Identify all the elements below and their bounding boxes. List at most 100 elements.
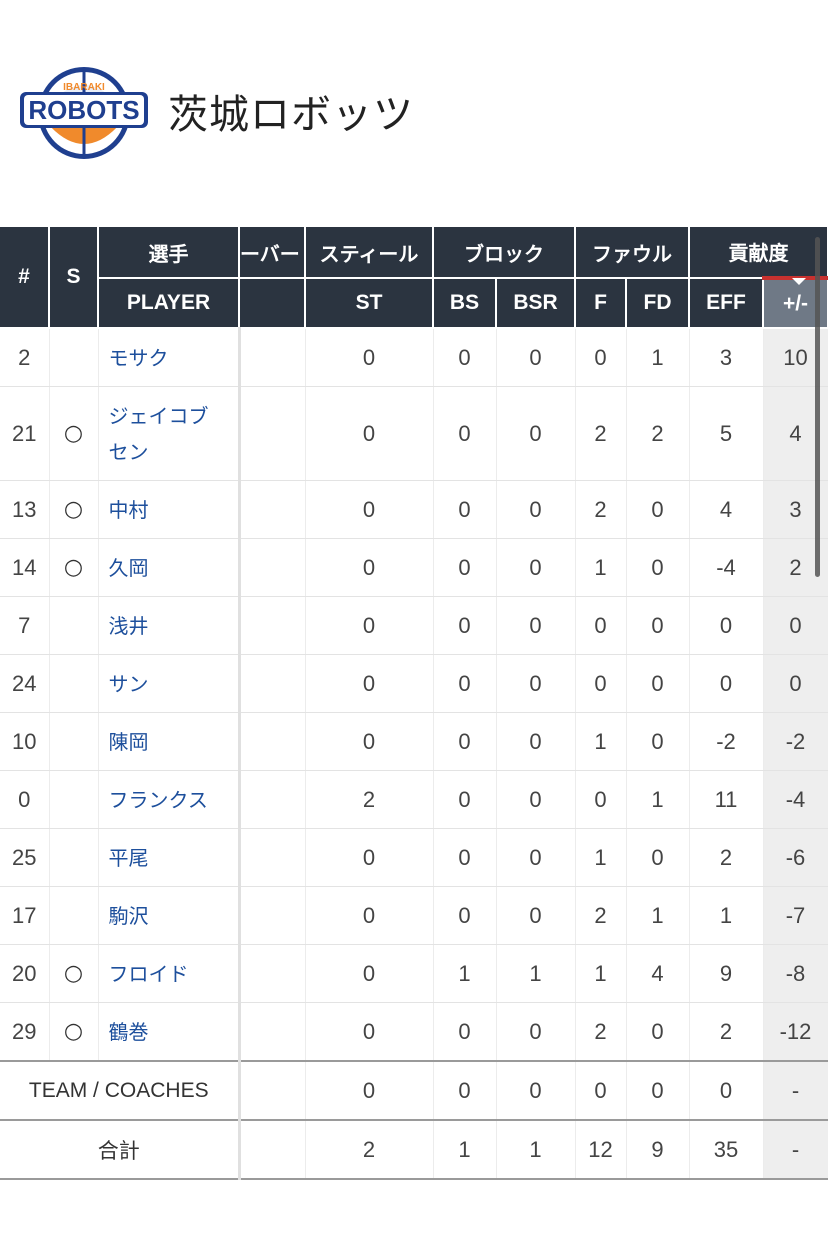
- cell-empty: [239, 386, 306, 481]
- player-name-link[interactable]: フロイド: [98, 944, 241, 1003]
- cell-starter: [49, 770, 99, 829]
- team-logo: ROBOTS IBARAKI: [20, 67, 148, 159]
- player-stats-table: # S 選手 ーバー スティール ブロック ファウル 貢献度 PLAYER ST…: [0, 227, 828, 1180]
- col-starter-header[interactable]: S: [49, 227, 99, 329]
- player-name-link[interactable]: 鶴巻: [98, 1002, 241, 1062]
- cell-bsr: 0: [496, 654, 576, 713]
- col-f-header[interactable]: F: [575, 278, 627, 329]
- cell-empty: [239, 480, 306, 539]
- player-name-link[interactable]: 浅井: [98, 596, 241, 655]
- cell-empty: [239, 538, 306, 597]
- col-bsr-header[interactable]: BSR: [496, 278, 576, 329]
- cell-eff: 9: [689, 944, 764, 1003]
- player-name-link[interactable]: 陳岡: [98, 712, 241, 771]
- player-name-link[interactable]: モサク: [98, 328, 241, 387]
- cell-bsr: 0: [496, 538, 576, 597]
- cell-bs: 0: [433, 886, 497, 945]
- cell-fd: 0: [626, 480, 690, 539]
- cell-bs: 1: [433, 944, 497, 1003]
- col-clipped-header[interactable]: [239, 278, 306, 329]
- cell-st: 0: [305, 654, 434, 713]
- cell-f: 1: [575, 828, 627, 887]
- cell-bs: 0: [433, 828, 497, 887]
- block-group-header: ブロック: [433, 227, 576, 279]
- cell-empty: [239, 1119, 306, 1180]
- cell-st: 0: [305, 596, 434, 655]
- cell-bs: 0: [433, 328, 497, 387]
- cell-fd: 1: [626, 886, 690, 945]
- cell-starter: [49, 654, 99, 713]
- cell-plusminus: -8: [763, 944, 828, 1003]
- col-bs-header[interactable]: BS: [433, 278, 497, 329]
- cell-eff: 0: [689, 1060, 764, 1121]
- cell-eff: 2: [689, 1002, 764, 1062]
- player-row: 14 ○ 久岡 0 0 0 1 0 -4 2: [0, 538, 828, 597]
- cell-eff: 35: [689, 1119, 764, 1180]
- cell-number: 14: [0, 538, 50, 597]
- steal-group-header: スティール: [305, 227, 434, 279]
- cell-plusminus: -2: [763, 712, 828, 771]
- player-name-link[interactable]: 久岡: [98, 538, 241, 597]
- cell-f: 1: [575, 538, 627, 597]
- cell-st: 0: [305, 1002, 434, 1062]
- col-player-header[interactable]: PLAYER: [98, 278, 240, 329]
- cell-st: 0: [305, 1060, 434, 1121]
- cell-fd: 0: [626, 828, 690, 887]
- cell-fd: 0: [626, 712, 690, 771]
- svg-text:ROBOTS: ROBOTS: [28, 95, 139, 125]
- cell-f: 0: [575, 596, 627, 655]
- cell-st: 2: [305, 770, 434, 829]
- cell-number: 2: [0, 328, 50, 387]
- player-name-link[interactable]: ジェイコブセン: [98, 386, 241, 481]
- player-name-link[interactable]: サン: [98, 654, 241, 713]
- player-row: 29 ○ 鶴巻 0 0 0 2 0 2 -12: [0, 1002, 828, 1062]
- player-group-header: 選手: [98, 227, 240, 279]
- cell-bs: 0: [433, 654, 497, 713]
- vertical-scrollbar[interactable]: [815, 237, 820, 577]
- cell-starter: ○: [49, 944, 99, 1003]
- team-coaches-label: TEAM / COACHES: [0, 1060, 241, 1121]
- cell-eff: -4: [689, 538, 764, 597]
- player-row: 0 フランクス 2 0 0 0 1 11 -4: [0, 770, 828, 829]
- col-plusminus-label: +/-: [782, 291, 809, 315]
- cell-plusminus: 0: [763, 596, 828, 655]
- player-name-link[interactable]: 中村: [98, 480, 241, 539]
- cell-bsr: 0: [496, 480, 576, 539]
- col-number-header[interactable]: #: [0, 227, 50, 329]
- contribution-group-header: 貢献度: [689, 227, 828, 279]
- player-row: 25 平尾 0 0 0 1 0 2 -6: [0, 828, 828, 887]
- cell-f: 2: [575, 480, 627, 539]
- cell-bsr: 0: [496, 886, 576, 945]
- cell-eff: 3: [689, 328, 764, 387]
- cell-bsr: 0: [496, 828, 576, 887]
- cell-f: 0: [575, 328, 627, 387]
- player-row: 17 駒沢 0 0 0 2 1 1 -7: [0, 886, 828, 945]
- cell-eff: 5: [689, 386, 764, 481]
- cell-plusminus: -6: [763, 828, 828, 887]
- total-row: 合計 2 1 1 12 9 35 -: [0, 1119, 828, 1180]
- cell-eff: 11: [689, 770, 764, 829]
- cell-st: 0: [305, 828, 434, 887]
- team-name: 茨城ロボッツ: [168, 92, 414, 138]
- cell-f: 12: [575, 1119, 627, 1180]
- col-eff-header[interactable]: EFF: [689, 278, 764, 329]
- cell-fd: 9: [626, 1119, 690, 1180]
- player-row: 20 ○ フロイド 0 1 1 1 4 9 -8: [0, 944, 828, 1003]
- cell-bs: 0: [433, 1002, 497, 1062]
- cell-number: 29: [0, 1002, 50, 1062]
- cell-eff: 1: [689, 886, 764, 945]
- col-st-header[interactable]: ST: [305, 278, 434, 329]
- cell-empty: [239, 1002, 306, 1062]
- player-name-link[interactable]: 平尾: [98, 828, 241, 887]
- cell-f: 2: [575, 1002, 627, 1062]
- cell-fd: 1: [626, 770, 690, 829]
- cell-plusminus: 0: [763, 654, 828, 713]
- cell-bs: 0: [433, 596, 497, 655]
- player-name-link[interactable]: フランクス: [98, 770, 241, 829]
- player-name-link[interactable]: 駒沢: [98, 886, 241, 945]
- cell-starter: [49, 712, 99, 771]
- cell-fd: 0: [626, 1060, 690, 1121]
- stats-table-container[interactable]: # S 選手 ーバー スティール ブロック ファウル 貢献度 PLAYER ST…: [0, 227, 828, 1180]
- col-fd-header[interactable]: FD: [626, 278, 690, 329]
- cell-f: 1: [575, 944, 627, 1003]
